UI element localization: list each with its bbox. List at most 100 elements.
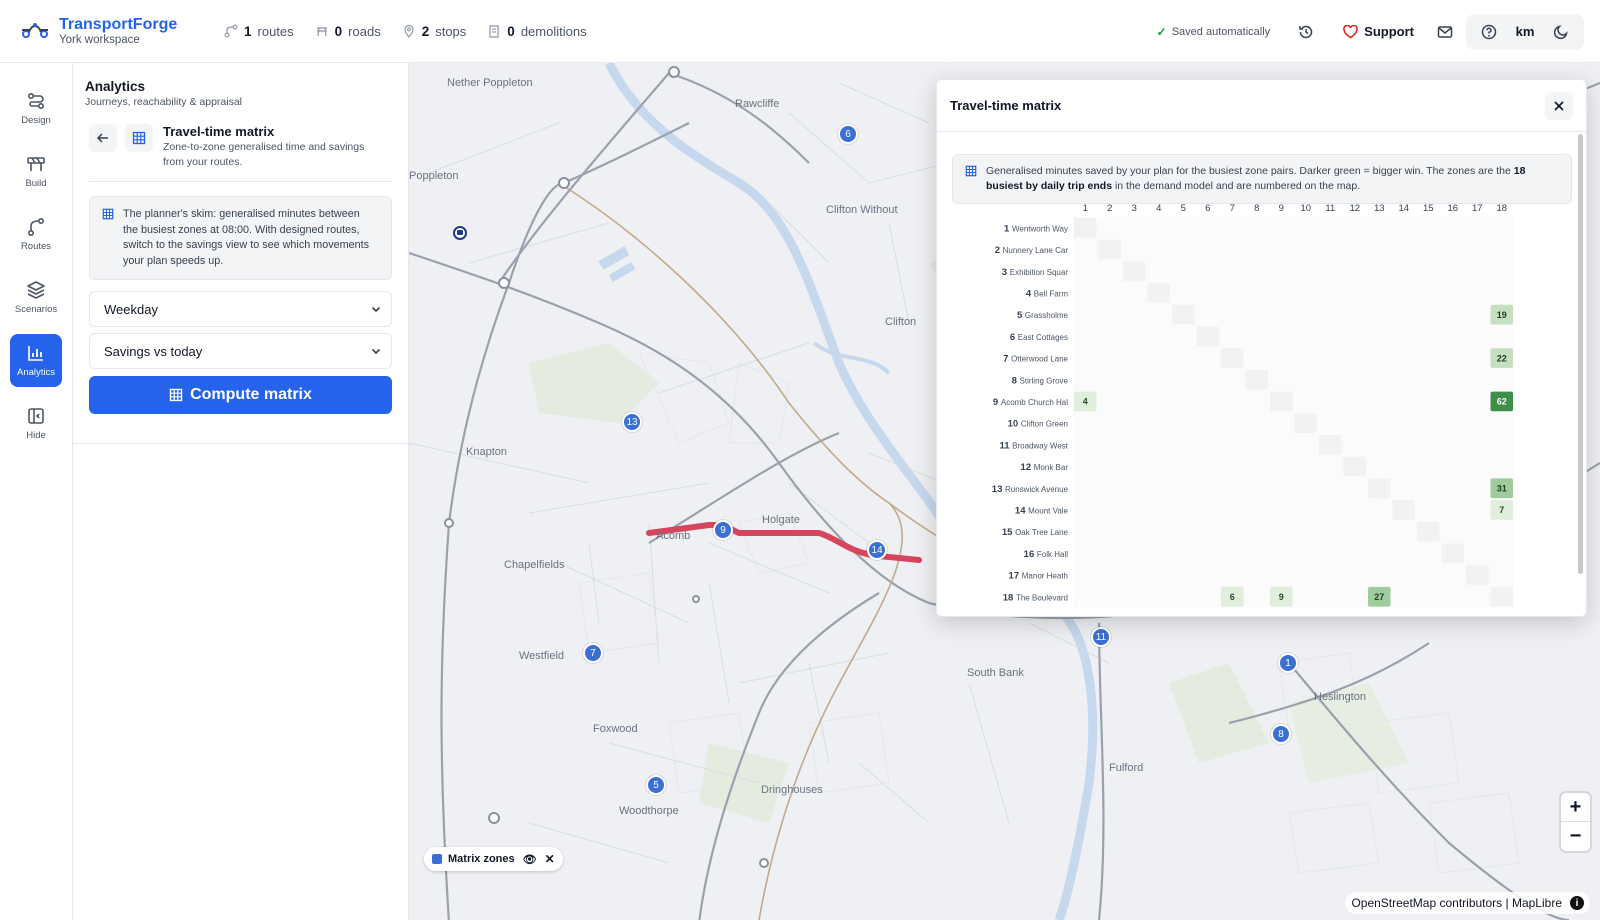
units-toggle[interactable]: km bbox=[1508, 24, 1542, 39]
chevron-down-icon bbox=[371, 348, 381, 355]
matrix-column-header: 5 bbox=[1181, 203, 1186, 214]
routes-icon bbox=[27, 217, 45, 237]
matrix-diagonal-cell bbox=[1196, 326, 1219, 347]
tool-header: Travel-time matrix Zone-to-zone generali… bbox=[89, 124, 392, 182]
stat-stops[interactable]: 2 stops bbox=[402, 23, 467, 39]
stat-routes[interactable]: 1 routes bbox=[224, 24, 294, 39]
matrix-diagonal-cell bbox=[1172, 304, 1195, 325]
zone-marker[interactable]: 14 bbox=[867, 540, 887, 560]
header-actions: ✓ Saved automatically Support km bbox=[1157, 0, 1584, 63]
matrix-row-label: 2 Nunnery Lane Car bbox=[995, 245, 1069, 256]
matrix-scrollbar[interactable] bbox=[1578, 134, 1583, 574]
rail-item-scenarios[interactable]: Scenarios bbox=[10, 271, 62, 324]
stat-count: 0 bbox=[334, 23, 343, 39]
zone-marker[interactable]: 5 bbox=[646, 775, 666, 795]
stat-count: 1 bbox=[244, 23, 252, 39]
stat-label: demolitions bbox=[520, 23, 587, 39]
info-line: The planner's skim: generalised minutes … bbox=[123, 208, 360, 220]
matrix-zones-chip[interactable]: Matrix zones 👁 ✕ bbox=[424, 847, 563, 871]
grid-icon bbox=[169, 388, 183, 402]
matrix-column-header: 9 bbox=[1279, 203, 1284, 214]
note-part: in the demand model and are numbered on … bbox=[1114, 180, 1361, 192]
matrix-row-label: 15 Oak Tree Lane bbox=[1002, 527, 1069, 538]
eye-icon[interactable]: 👁 bbox=[523, 853, 537, 866]
matrix-note: Generalised minutes saved by your plan f… bbox=[952, 154, 1572, 204]
matrix-column-header: 6 bbox=[1205, 203, 1210, 214]
chart-icon bbox=[28, 346, 43, 361]
matrix-column-header: 14 bbox=[1398, 203, 1409, 214]
note-part: Generalised minutes saved by your plan f… bbox=[986, 165, 1511, 177]
zone-marker[interactable]: 11 bbox=[1091, 627, 1111, 647]
rail-item-hide[interactable]: Hide bbox=[10, 397, 62, 450]
matrix-row-label: 10 Clifton Green bbox=[1008, 419, 1068, 430]
dark-mode-button[interactable] bbox=[1546, 17, 1576, 47]
matrix-window-header[interactable]: Travel-time matrix bbox=[937, 80, 1586, 132]
grid-icon bbox=[102, 208, 114, 220]
header-toggle-group: km bbox=[1466, 13, 1584, 50]
close-button[interactable] bbox=[1545, 91, 1573, 120]
zoom-in-button[interactable]: + bbox=[1561, 793, 1590, 822]
support-button[interactable]: Support bbox=[1343, 24, 1414, 39]
map-label: Heslington bbox=[1314, 691, 1366, 703]
view-select[interactable]: Savings vs today bbox=[89, 333, 392, 369]
day-type-select[interactable]: Weekday bbox=[89, 291, 392, 327]
rail-item-routes[interactable]: Routes bbox=[10, 208, 62, 261]
travel-time-matrix-window: 1 2 3 4 5 6 7 8 9 10 11 12 13 14 15 16 17 18 1 Wentworth W… bbox=[936, 79, 1587, 617]
info-text: The planner's skim: generalised minutes … bbox=[123, 207, 369, 269]
matrix-row-label: 5 Grassholme bbox=[1017, 310, 1069, 321]
matrix-cell-value: 9 bbox=[1279, 592, 1284, 602]
zone-marker[interactable]: 9 bbox=[713, 520, 733, 540]
matrix-column-header: 15 bbox=[1423, 203, 1434, 214]
back-button[interactable] bbox=[89, 124, 117, 152]
sidebar-collapse-icon bbox=[28, 408, 44, 424]
matrix-row-label: 7 Otterwood Lane bbox=[1003, 354, 1068, 365]
history-button[interactable] bbox=[1291, 17, 1321, 47]
rail-item-design[interactable]: Design bbox=[10, 82, 62, 135]
matrix-row-label: 17 Manor Heath bbox=[1009, 571, 1068, 582]
rail-item-analytics[interactable]: Analytics bbox=[10, 334, 62, 387]
map-label: Chapelfields bbox=[504, 559, 565, 571]
pin-icon bbox=[404, 24, 414, 38]
attribution-text[interactable]: OpenStreetMap contributors | MapLibre bbox=[1351, 896, 1562, 910]
matrix-row-label: 13 Runswick Avenue bbox=[992, 484, 1069, 495]
zone-marker[interactable]: 6 bbox=[838, 124, 858, 144]
brand[interactable]: TransportForge York workspace bbox=[20, 16, 200, 47]
matrix-row-label: 4 Bell Farm bbox=[1026, 288, 1069, 299]
matrix-diagonal-cell bbox=[1294, 413, 1317, 433]
zone-marker[interactable]: 8 bbox=[1271, 724, 1291, 744]
matrix-row-label: 14 Mount Vale bbox=[1015, 505, 1069, 516]
matrix-column-header: 7 bbox=[1230, 203, 1235, 214]
map-label: Knapton bbox=[466, 446, 507, 458]
matrix-diagonal-cell bbox=[1221, 348, 1244, 368]
matrix-cell-value: 19 bbox=[1497, 310, 1507, 320]
zone-marker[interactable]: 7 bbox=[583, 643, 603, 663]
rail-label: Routes bbox=[20, 241, 52, 252]
matrix-diagonal-cell bbox=[1245, 369, 1268, 390]
close-icon bbox=[1554, 100, 1564, 111]
matrix-diagonal-cell bbox=[1490, 586, 1513, 607]
stat-label: stops bbox=[435, 23, 467, 39]
mail-button[interactable] bbox=[1430, 17, 1460, 47]
matrix-column-header: 12 bbox=[1349, 203, 1360, 214]
stat-roads[interactable]: 0 roads bbox=[315, 24, 381, 39]
matrix-diagonal-cell bbox=[1343, 456, 1366, 477]
compute-matrix-button[interactable]: Compute matrix bbox=[89, 376, 392, 414]
help-button[interactable] bbox=[1474, 17, 1504, 47]
stat-label: roads bbox=[348, 23, 381, 39]
tool-description-line: Zone-to-zone generalised time and saving… bbox=[163, 141, 365, 153]
info-icon[interactable]: i bbox=[1570, 896, 1584, 910]
map-label: Foxwood bbox=[593, 723, 638, 735]
zone-marker[interactable]: 1 bbox=[1278, 653, 1298, 673]
zoom-control: + − bbox=[1561, 793, 1590, 851]
close-icon[interactable]: ✕ bbox=[545, 852, 555, 866]
info-box: The planner's skim: generalised minutes … bbox=[89, 196, 392, 280]
matrix-row-label: 16 Folk Hall bbox=[1024, 549, 1069, 560]
workspace-name: York workspace bbox=[59, 33, 140, 46]
save-status: ✓ Saved automatically bbox=[1157, 25, 1271, 39]
rail-item-build[interactable]: Build bbox=[10, 145, 62, 198]
tool-icon-box bbox=[125, 124, 153, 152]
stat-demolitions[interactable]: 0 demolitions bbox=[487, 23, 587, 39]
view-value: Savings vs today bbox=[104, 343, 203, 359]
zoom-out-button[interactable]: − bbox=[1561, 822, 1590, 851]
zone-marker[interactable]: 13 bbox=[622, 412, 642, 432]
